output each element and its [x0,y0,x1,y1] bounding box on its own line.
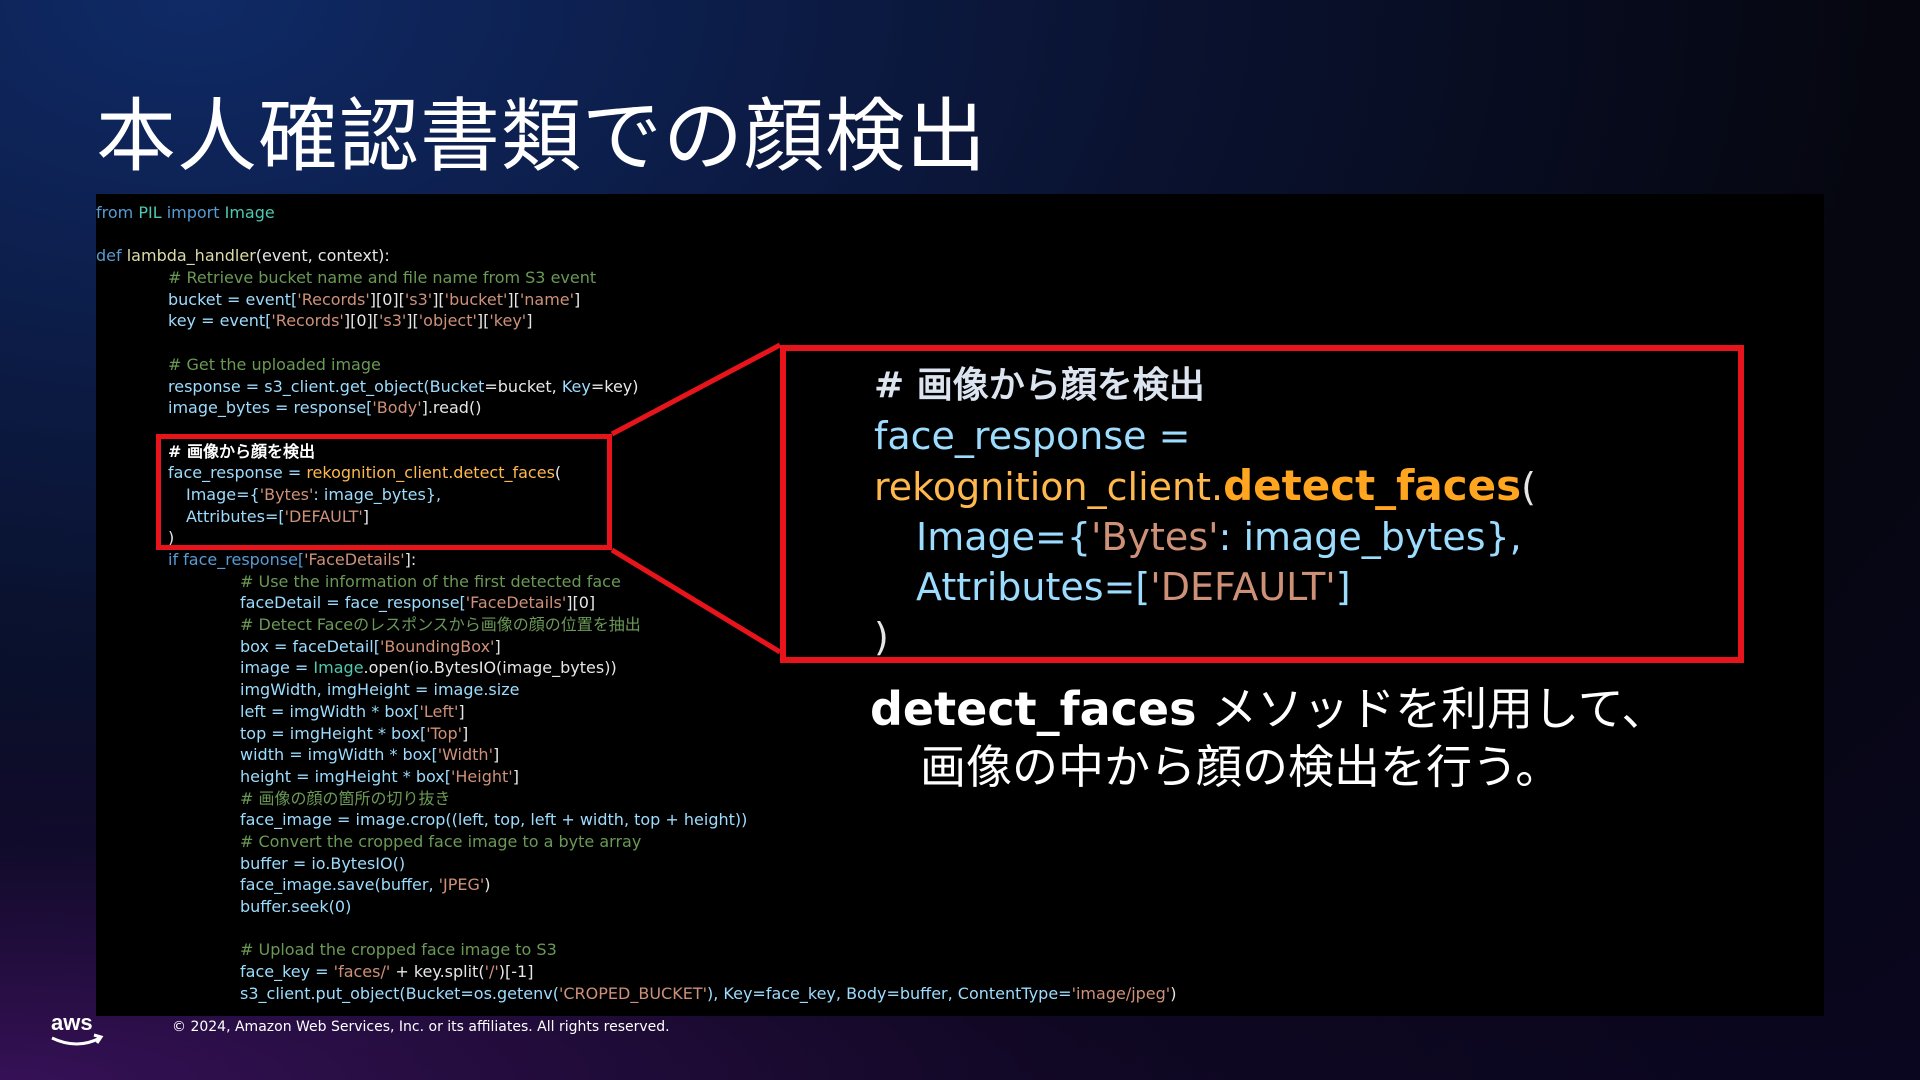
code-line: face_image = image.crop((left, top, left… [240,810,748,830]
code-comment: # Convert the cropped face image to a by… [240,831,642,851]
slide-title: 本人確認書類での顔検出 [96,90,987,183]
code-line: s3_client.put_object(Bucket=os.getenv('C… [240,983,1177,1003]
code-comment: # Retrieve bucket name and file name fro… [168,268,597,288]
code-line: def lambda_handler(event, context): [96,246,390,266]
zoomed-code-callout: # 画像から顔を検出 face_response = rekognition_c… [780,345,1744,663]
zoom-line: Image={'Bytes': image_bytes}, [916,515,1522,559]
svg-text:aws: aws [51,1010,93,1035]
aws-logo-icon: aws [51,1010,104,1046]
code-line: face_image.save(buffer, 'JPEG') [240,875,491,895]
caption-line2: 画像の中から顔の検出を行う。 [920,740,1562,794]
zoom-line: Attributes=['DEFAULT'] [916,565,1351,609]
code-line: buffer.seek(0) [240,897,352,916]
caption-method: detect_faces [870,682,1197,736]
zoomed-code: # 画像から顔を検出 face_response = rekognition_c… [874,365,1536,659]
code-line: face_key = 'faces/' + key.split('/')[-1] [240,962,534,982]
zoom-client: rekognition_client. [874,465,1224,509]
copyright-footer: © 2024, Amazon Web Services, Inc. or its… [172,1019,670,1035]
code-line: key = event['Records'][0]['s3']['object'… [168,311,533,331]
code-line: bucket = event['Records'][0]['s3']['buck… [168,289,581,309]
zoom-line: ) [874,615,889,659]
code-comment: # Upload the cropped face image to S3 [240,940,557,960]
zoom-comment: # 画像から顔を検出 [874,365,1205,406]
caption-text: メソッドを利用して、 [1196,682,1668,736]
code-highlight-box [156,434,612,550]
code-line: buffer = io.BytesIO() [240,853,406,873]
zoom-line: face_response = [874,414,1191,458]
code-line: from PIL import Image [96,203,275,222]
zoom-method: detect_faces [1223,461,1522,510]
slide-caption: detect_faces メソッドを利用して、 画像の中から顔の検出を行う。 [870,680,1750,796]
